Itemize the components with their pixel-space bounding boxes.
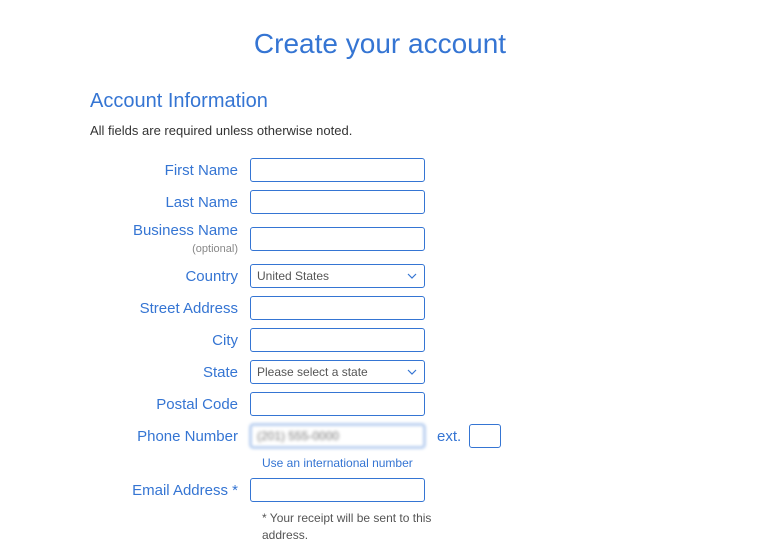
last-name-field[interactable] [250,190,425,214]
postal-field[interactable] [250,392,425,416]
city-field[interactable] [250,328,425,352]
label-phone: Phone Number [90,428,250,445]
label-city: City [90,332,250,349]
label-ext: ext. [437,428,461,445]
page-title: Create your account [40,28,720,60]
state-select[interactable]: Please select a state [250,360,425,384]
label-first-name: First Name [90,162,250,179]
business-name-text: Business Name [133,222,238,239]
label-street: Street Address [90,300,250,317]
phone-field[interactable] [250,424,425,448]
label-country: Country [90,268,250,285]
street-field[interactable] [250,296,425,320]
business-name-field[interactable] [250,227,425,251]
label-postal: Postal Code [90,396,250,413]
first-name-field[interactable] [250,158,425,182]
label-state: State [90,364,250,381]
optional-text: (optional) [192,243,238,255]
country-select[interactable]: United States [250,264,425,288]
label-last-name: Last Name [90,194,250,211]
ext-field[interactable] [469,424,501,448]
label-email: Email Address * [90,482,250,499]
receipt-note: * Your receipt will be sent to this addr… [262,510,442,544]
required-note: All fields are required unless otherwise… [90,123,720,138]
intl-number-link[interactable]: Use an international number [262,456,720,470]
section-title: Account Information [90,90,720,113]
label-business-name: Business Name (optional) [90,222,250,256]
email-field[interactable] [250,478,425,502]
